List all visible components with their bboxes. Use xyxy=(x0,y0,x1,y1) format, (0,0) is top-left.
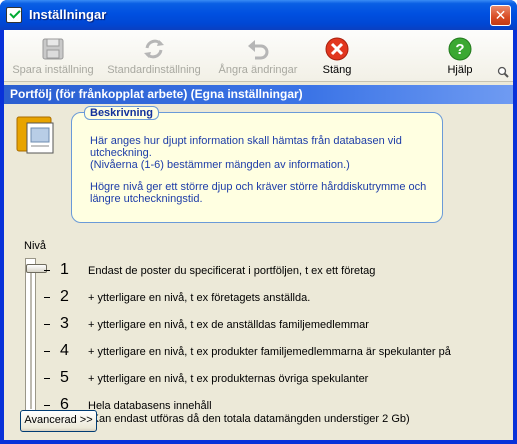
help-button[interactable]: ? Hjälp xyxy=(438,30,482,82)
stop-icon xyxy=(325,37,349,61)
level-number: 2 xyxy=(60,288,69,305)
level-slider-thumb[interactable] xyxy=(26,264,47,273)
portfolio-icon xyxy=(16,116,54,154)
default-settings-label: Standardinställning xyxy=(107,64,201,76)
save-settings-button[interactable]: Spara inställning xyxy=(6,30,100,82)
close-window-button[interactable]: ✕ xyxy=(490,5,511,26)
section-header: Portfölj (för frånkopplat arbete) (Egna … xyxy=(4,85,513,104)
tick-mark xyxy=(44,378,50,379)
save-settings-label: Spara inställning xyxy=(12,64,94,76)
tick-mark xyxy=(44,405,50,406)
save-icon xyxy=(42,38,64,60)
settings-panel: Beskrivning Här anges hur djupt informat… xyxy=(4,104,513,440)
undo-icon xyxy=(248,40,269,60)
window-client: Spara inställning Standardinställning Ån… xyxy=(4,30,513,440)
title-bar: Inställningar ✕ xyxy=(0,0,517,30)
help-label: Hjälp xyxy=(447,64,473,76)
tick-mark xyxy=(44,297,50,298)
default-settings-button[interactable]: Standardinställning xyxy=(102,30,206,82)
window-title: Inställningar xyxy=(29,7,107,22)
description-para3-line1: Högre nivå ger ett större djup och kräve… xyxy=(90,181,427,193)
level-description: + ytterligare en nivå, t ex produkternas… xyxy=(88,373,369,385)
description-para1-line2: utcheckning. xyxy=(90,147,152,159)
level-number: 4 xyxy=(60,342,69,359)
level-description: Hela databasens innehåll xyxy=(88,400,212,412)
svg-text:?: ? xyxy=(455,41,464,58)
undo-changes-button[interactable]: Ångra ändringar xyxy=(210,30,306,82)
settings-window: Inställningar ✕ Spara inställning Standa… xyxy=(0,0,517,444)
checklist-icon xyxy=(6,7,22,23)
level-description-note: (Kan endast utföras då den totala datamä… xyxy=(88,413,410,425)
close-button[interactable]: Stäng xyxy=(312,30,362,82)
close-label: Stäng xyxy=(322,64,352,76)
description-para3-line2: längre utcheckningstid. xyxy=(90,193,203,205)
description-para1-line1: Här anges hur djupt information skall hä… xyxy=(90,135,402,147)
description-para2: (Nivåerna (1-6) bestämmer mängden av inf… xyxy=(90,159,350,171)
toolbar: Spara inställning Standardinställning Ån… xyxy=(4,30,513,82)
level-number: 5 xyxy=(60,369,69,386)
help-icon: ? xyxy=(448,37,472,61)
level-slider[interactable] xyxy=(25,258,36,416)
tick-mark xyxy=(44,270,50,271)
refresh-icon xyxy=(144,39,164,59)
tick-mark xyxy=(44,324,50,325)
advanced-button[interactable]: Avancerad >> xyxy=(20,410,97,432)
level-description: + ytterligare en nivå, t ex företagets a… xyxy=(88,292,311,304)
level-label: Nivå xyxy=(24,240,47,252)
level-description: + ytterligare en nivå, t ex produkter fa… xyxy=(88,346,451,358)
level-number: 1 xyxy=(60,261,69,278)
description-text: Här anges hur djupt information skall hä… xyxy=(90,135,430,215)
level-description: + ytterligare en nivå, t ex de anställda… xyxy=(88,319,369,331)
description-box: Beskrivning Här anges hur djupt informat… xyxy=(71,106,443,223)
level-description: Endast de poster du specificerat i portf… xyxy=(88,265,376,277)
description-legend: Beskrivning xyxy=(84,106,159,120)
undo-changes-label: Ångra ändringar xyxy=(218,64,298,76)
magnifier-icon[interactable] xyxy=(497,66,509,78)
level-number: 3 xyxy=(60,315,69,332)
tick-mark xyxy=(44,351,50,352)
